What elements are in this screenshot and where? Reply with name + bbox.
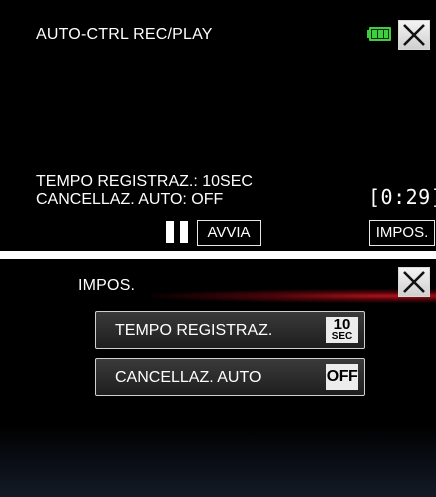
close-button[interactable]	[398, 267, 430, 297]
off-badge-icon: OFF	[326, 364, 358, 390]
menu-item-label: CANCELLAZ. AUTO	[115, 369, 262, 386]
rec-play-screen: AUTO-CTRL REC/PLAY TEMPO REGISTRAZ.: 10S…	[0, 0, 436, 251]
title-underline-glow	[150, 289, 436, 303]
pause-icon	[166, 221, 188, 243]
menu-item-label: TEMPO REGISTRAZ.	[115, 322, 273, 339]
menu-item-record-time[interactable]: TEMPO REGISTRAZ. 10 SEC	[95, 311, 365, 349]
battery-icon	[367, 27, 391, 41]
badge-unit: SEC	[331, 331, 353, 342]
close-icon	[403, 24, 425, 46]
screen-title: AUTO-CTRL REC/PLAY	[36, 26, 213, 43]
close-icon	[403, 271, 425, 293]
menu-item-auto-delete[interactable]: CANCELLAZ. AUTO OFF	[95, 358, 365, 396]
record-time-status: TEMPO REGISTRAZ.: 10SEC	[36, 173, 253, 190]
record-time-badge-icon: 10 SEC	[326, 317, 358, 343]
badge-value: 10	[333, 316, 351, 333]
time-counter: [0:29]	[368, 185, 436, 209]
auto-delete-status: CANCELLAZ. AUTO: OFF	[36, 191, 224, 208]
close-button[interactable]	[398, 20, 430, 50]
start-button[interactable]: AVVIA	[197, 220, 261, 246]
settings-button[interactable]: IMPOS.	[369, 220, 435, 246]
settings-screen: IMPOS. TEMPO REGISTRAZ. 10 SEC CANCELLAZ…	[0, 259, 436, 497]
screen-title: IMPOS.	[78, 277, 136, 294]
